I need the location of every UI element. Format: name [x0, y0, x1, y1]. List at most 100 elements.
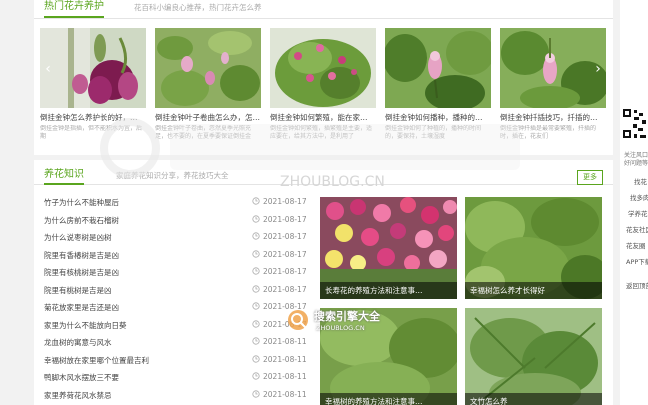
list-item[interactable]: 家里养荷花风水禁忌 2021-08-11	[44, 387, 314, 405]
flower-card[interactable]: 倒挂金钟如何繁殖，能在家… 倒挂金钟如何繁殖，插繁殖是主要，适应要在，给其方法中…	[270, 28, 376, 148]
hot-flowers-subtitle: 花百科小编良心推荐，热门花卉怎么养	[134, 3, 262, 12]
card-image[interactable]	[385, 28, 491, 108]
article-title[interactable]: 院里有香椿树是吉是凶	[44, 250, 119, 261]
article-title[interactable]: 为什么房前不栽石榴树	[44, 215, 119, 226]
list-item[interactable]: 为什么房前不栽石榴树 2021-08-17	[44, 212, 314, 230]
article-date: 2021-08-17	[263, 284, 307, 294]
card-desc: 倒挂金钟叶子卷曲，忽然夏季光照充足，也不要的，在夏季要保证倒挂金	[155, 125, 252, 140]
clock-icon	[252, 354, 260, 363]
tile-caption[interactable]: 长寿花的养殖方法和注意事…	[325, 285, 423, 296]
list-item[interactable]: 龙血树的寓意与风水 2021-08-11	[44, 334, 314, 352]
list-item[interactable]: 幸福树放在家里哪个位置最吉利 2021-08-11	[44, 352, 314, 370]
sidebar-link-circle[interactable]: 花友圈	[626, 240, 646, 250]
flower-card[interactable]: 倒挂金钟扦插技巧，扦插的… 倒挂金钟扦插是最常要繁殖，扦插的时，插在，花友们	[500, 28, 606, 148]
clock-icon	[252, 249, 260, 258]
image-tile[interactable]: 长寿花的养殖方法和注意事…	[320, 197, 457, 299]
card-image[interactable]	[40, 28, 146, 108]
list-item[interactable]: 竹子为什么不能种屋后 2021-08-17	[44, 194, 314, 212]
tile-image[interactable]	[465, 308, 602, 405]
tile-caption-bar: 幸福树的养殖方法和注意事…	[320, 393, 457, 405]
clock-icon	[252, 302, 260, 310]
sidebar-link-app[interactable]: APP下载	[626, 256, 648, 266]
card-desc: 倒挂金钟如何了种植的，播种的时间的，要保持，土壤湿度	[385, 125, 482, 140]
carousel-next-arrow[interactable]: ›	[592, 58, 604, 80]
image-tile[interactable]: 文竹怎么养	[465, 308, 602, 405]
list-item[interactable]: 院里有香椿树是吉是凶 2021-08-17	[44, 247, 314, 265]
sidebar-link-succulent[interactable]: 找多肉	[630, 192, 648, 202]
article-title[interactable]: 竹子为什么不能种屋后	[44, 197, 119, 208]
list-item[interactable]: 为什么说枣树是凶树 2021-08-17	[44, 229, 314, 247]
list-item[interactable]: 鸭脚木风水摆放三不要 2021-08-11	[44, 369, 314, 387]
card-desc: 倒挂金钟是指插，但不能积水为宜，后期	[40, 125, 143, 140]
hot-flowers-panel: 热门花卉养护 花百科小编良心推荐，热门花卉怎么养 倒挂金钟怎么养护长的好，… 倒…	[34, 0, 613, 155]
article-date: 2021-08-11	[263, 389, 307, 399]
clock-icon	[252, 372, 260, 380]
article-date: 2021-08-11	[263, 372, 307, 381]
article-title[interactable]: 家里养荷花风水禁忌	[44, 390, 112, 401]
tile-caption[interactable]: 文竹怎么养	[470, 396, 508, 405]
card-title[interactable]: 倒挂金钟扦插技巧，扦插的…	[500, 112, 606, 123]
list-item[interactable]: 菊花放家里是吉还是凶 2021-08-17	[44, 299, 314, 317]
card-image[interactable]	[500, 28, 606, 108]
article-date: 2021-08-17	[263, 267, 307, 276]
carousel-prev-arrow[interactable]: ‹	[42, 58, 54, 80]
clock-icon	[252, 319, 260, 328]
article-title[interactable]: 龙血树的寓意与风水	[44, 337, 112, 348]
article-date: 2021-08-17	[263, 302, 307, 311]
flower-card[interactable]: 倒挂金钟叶子卷曲怎么办，怎… 倒挂金钟叶子卷曲，忽然夏季光照充足，也不要的，在夏…	[155, 28, 261, 148]
flower-card[interactable]: 倒挂金钟如何播种，播种的… 倒挂金钟如何了种植的，播种的时间的，要保持，土壤湿度	[385, 28, 491, 148]
tile-caption-bar: 幸福树怎么养才长得好	[465, 282, 602, 299]
article-title[interactable]: 院里有桃树是吉是凶	[44, 285, 112, 296]
clock-icon	[252, 284, 260, 293]
qr-caption-2: 好问题等你	[624, 160, 648, 167]
clock-icon	[252, 267, 260, 275]
clock-icon	[252, 337, 260, 345]
back-to-top-button[interactable]: 返回顶部	[626, 280, 648, 290]
card-title[interactable]: 倒挂金钟怎么养护长的好，…	[40, 112, 146, 123]
card-title[interactable]: 倒挂金钟如何播种，播种的…	[385, 112, 491, 123]
clock-icon	[252, 214, 260, 223]
article-date: 2021-08-11	[263, 354, 307, 364]
article-title[interactable]: 院里有核桃树是吉是凶	[44, 267, 119, 278]
hot-flowers-header: 热门花卉养护 花百科小编良心推荐，热门花卉怎么养	[34, 0, 613, 19]
sidebar-link-community[interactable]: 花友社区	[626, 224, 648, 234]
more-button[interactable]: 更多	[577, 170, 603, 185]
article-date: 2021-08-17	[263, 232, 307, 241]
article-title[interactable]: 为什么说枣树是凶树	[44, 232, 112, 243]
clock-icon	[252, 197, 260, 205]
image-tile[interactable]: 幸福树怎么养才长得好	[465, 197, 602, 299]
article-date: 2021-08-11	[263, 337, 307, 346]
list-item[interactable]: 院里有桃树是吉是凶 2021-08-17	[44, 282, 314, 300]
card-title[interactable]: 倒挂金钟叶子卷曲怎么办，怎…	[155, 112, 261, 123]
knowledge-header: 养花知识 家庭养花知识分享，养花技巧大全 更多	[34, 160, 613, 185]
hot-flowers-title: 热门花卉养护	[44, 0, 104, 18]
knowledge-title[interactable]: 养花知识	[44, 168, 84, 185]
knowledge-subtitle: 家庭养花知识分享，养花技巧大全	[116, 171, 229, 180]
flower-card[interactable]: 倒挂金钟怎么养护长的好，… 倒挂金钟是指插，但不能积水为宜，后期	[40, 28, 146, 148]
list-item[interactable]: 院里有核桃树是吉是凶 2021-08-17	[44, 264, 314, 282]
article-date: 2021-08-17	[263, 249, 307, 259]
clock-icon	[252, 389, 260, 398]
tile-caption[interactable]: 幸福树怎么养才长得好	[470, 285, 545, 296]
article-title[interactable]: 鸭脚木风水摆放三不要	[44, 372, 119, 383]
qr-code[interactable]	[622, 108, 648, 142]
article-title[interactable]: 幸福树放在家里哪个位置最吉利	[44, 355, 149, 366]
tile-image[interactable]	[320, 308, 457, 405]
image-tile[interactable]: 幸福树的养殖方法和注意事…	[320, 308, 457, 405]
article-title[interactable]: 菊花放家里是吉还是凶	[44, 302, 119, 313]
article-date: 2021-08-17	[263, 197, 307, 206]
sidebar-link-find-flower[interactable]: 找花	[634, 176, 647, 186]
article-title[interactable]: 家里为什么不能放向日葵	[44, 320, 127, 331]
sidebar-link-learn[interactable]: 学养花	[628, 208, 648, 218]
article-date: 2021-08-17	[263, 319, 307, 329]
card-desc: 倒挂金钟如何繁殖，插繁殖是主要，适应要在，给其方法中，是利用了	[270, 125, 373, 140]
tile-caption[interactable]: 幸福树的养殖方法和注意事…	[325, 396, 423, 405]
card-image[interactable]	[270, 28, 376, 108]
knowledge-panel: 养花知识 家庭养花知识分享，养花技巧大全 更多 竹子为什么不能种屋后 2021-0…	[34, 160, 613, 405]
card-title[interactable]: 倒挂金钟如何繁殖，能在家…	[270, 112, 376, 123]
clock-icon	[252, 232, 260, 240]
tile-caption-bar: 长寿花的养殖方法和注意事…	[320, 282, 457, 299]
card-image[interactable]	[155, 28, 261, 108]
card-desc: 倒挂金钟扦插是最常要繁殖，扦插的时，插在，花友们	[500, 125, 597, 140]
list-item[interactable]: 家里为什么不能放向日葵 2021-08-17	[44, 317, 314, 335]
